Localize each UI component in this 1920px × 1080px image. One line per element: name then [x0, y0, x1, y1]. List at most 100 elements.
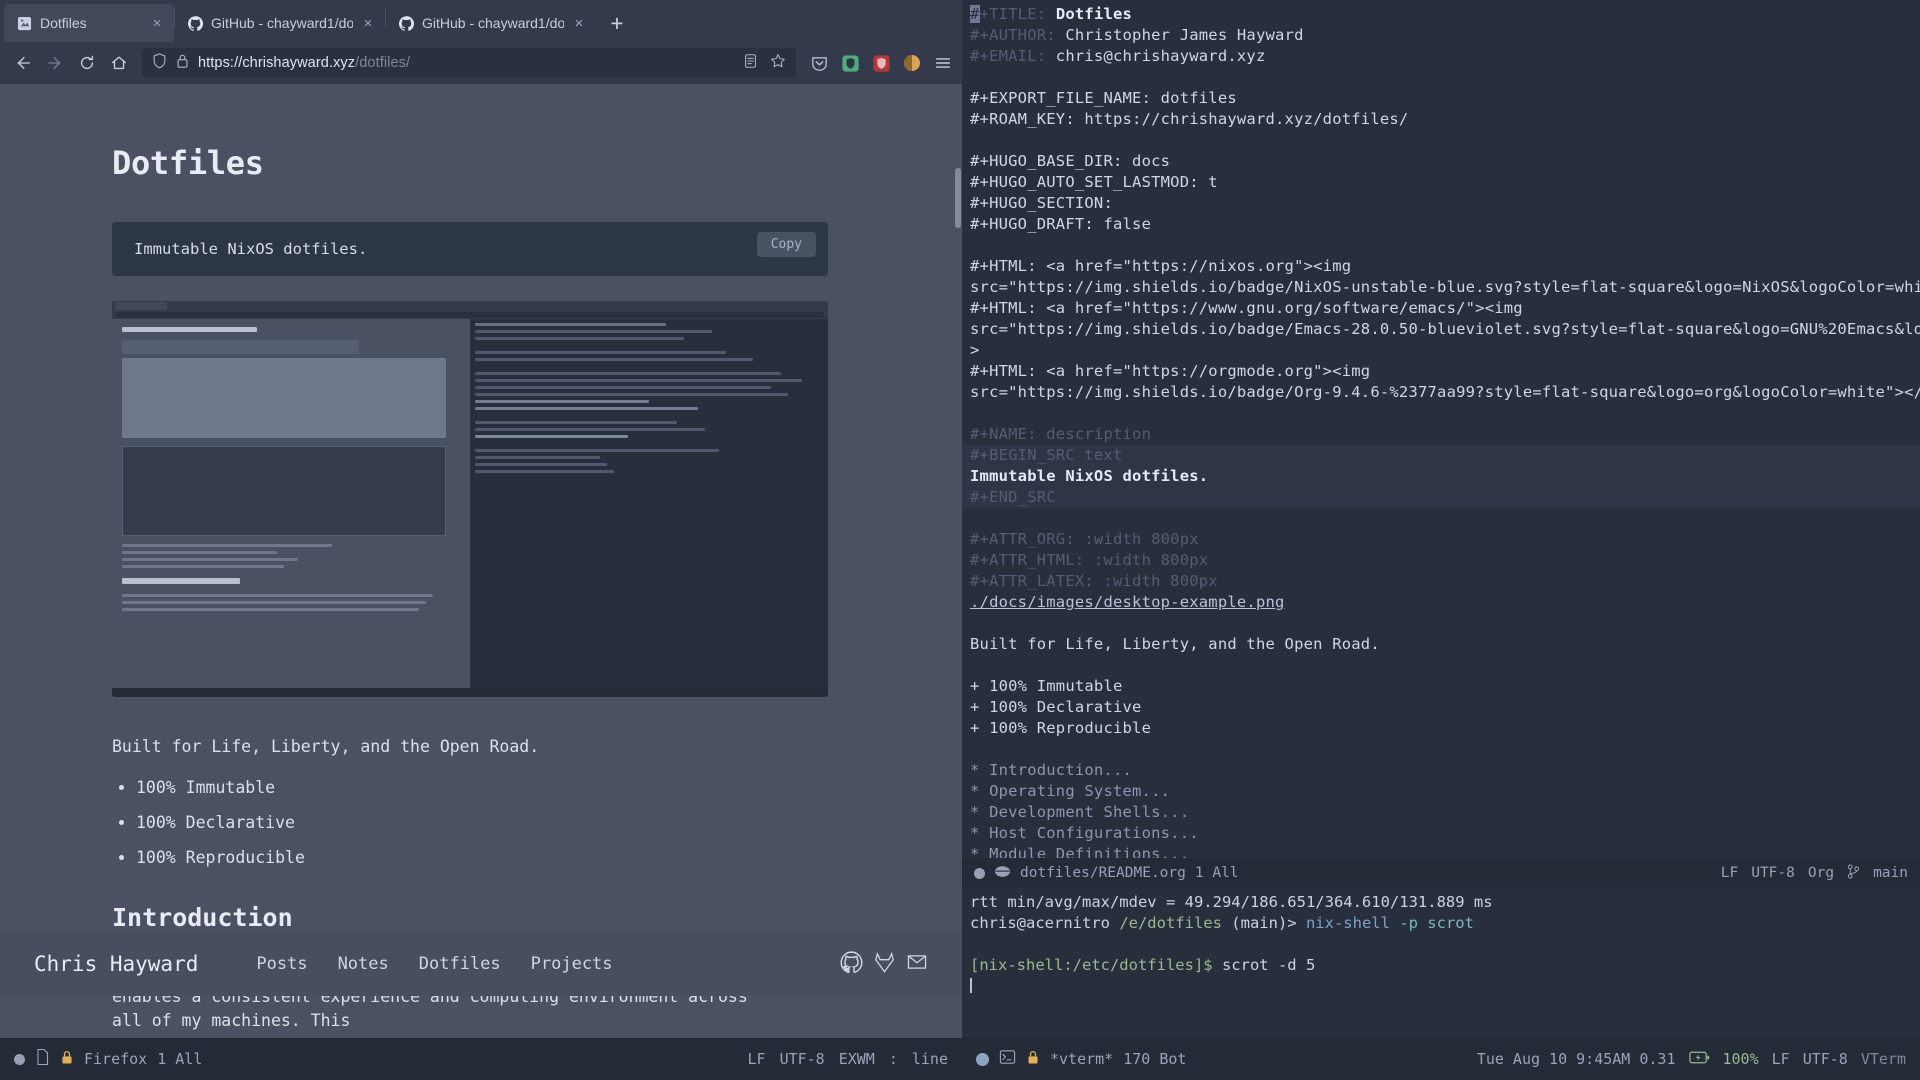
- github-icon: [398, 15, 414, 31]
- org-line: #+TITLE: Dotfiles: [962, 4, 1920, 25]
- menu-icon[interactable]: [932, 52, 954, 74]
- org-text-span: #+HTML: <a href="https://orgmode.org"><i…: [970, 362, 1371, 380]
- org-text-span: Immutable NixOS dotfiles.: [970, 467, 1209, 485]
- footer-link-posts[interactable]: Posts: [256, 954, 307, 974]
- terminal-text-span: [1390, 914, 1399, 932]
- ublock-icon[interactable]: [870, 52, 892, 74]
- github-icon[interactable]: [840, 950, 863, 978]
- terminal-line: [970, 976, 1912, 997]
- tab-title: Dotfiles: [40, 15, 87, 31]
- org-text-span: src="https://img.shields.io/badge/NixOS-…: [970, 278, 1920, 296]
- lock-icon[interactable]: [176, 53, 189, 73]
- tab-close-icon[interactable]: ×: [572, 15, 586, 32]
- org-text-span: #+END_SRC: [970, 488, 1056, 506]
- url-bar[interactable]: https://chrishayward.xyz/dotfiles/: [142, 48, 796, 78]
- list-item: 100% Reproducible: [136, 848, 854, 867]
- shield-icon[interactable]: [152, 53, 167, 73]
- buffer-name: *vterm*: [1050, 1050, 1114, 1068]
- terminal-text-span: nix-shell: [1305, 914, 1390, 932]
- org-line: #+ATTR_HTML: :width 800px: [962, 550, 1920, 571]
- org-text-span: #+HUGO_BASE_DIR: docs: [970, 152, 1171, 170]
- tab-close-icon[interactable]: ×: [361, 15, 375, 32]
- org-text-span: Christopher James Hayward: [1055, 26, 1304, 44]
- description-code-block: Immutable NixOS dotfiles. Copy: [112, 222, 828, 276]
- org-text-span: Dotfiles: [1055, 5, 1133, 23]
- org-line: #+AUTHOR: Christopher James Hayward: [962, 25, 1920, 46]
- org-line: #+HUGO_AUTO_SET_LASTMOD: t: [962, 172, 1920, 193]
- star-icon[interactable]: [770, 53, 786, 73]
- page-scrollbar[interactable]: [954, 84, 962, 1038]
- org-text-span: + 100% Declarative: [970, 698, 1142, 716]
- org-text-span: #+EMAIL:: [970, 47, 1047, 65]
- bitwarden-icon[interactable]: [839, 52, 861, 74]
- org-line: src="https://img.shields.io/badge/Emacs-…: [962, 319, 1920, 340]
- encoding: UTF-8: [1751, 865, 1795, 881]
- org-text-span: #+ATTR_HTML: :width 800px: [970, 551, 1209, 569]
- back-icon[interactable]: [8, 48, 38, 78]
- org-line: [962, 130, 1920, 151]
- org-text-span: #+HTML: <a href="https://www.gnu.org/sof…: [970, 299, 1523, 317]
- org-line: #+HUGO_SECTION:: [962, 193, 1920, 214]
- mock-tab: [170, 302, 222, 310]
- org-line: [962, 67, 1920, 88]
- org-line: [962, 739, 1920, 760]
- site-footer: Chris Hayward Posts Notes Dotfiles Proje…: [0, 932, 962, 996]
- terminal-text-span: chris@acernitro: [970, 914, 1120, 932]
- major-mode: Org: [1807, 865, 1835, 881]
- org-line: Immutable NixOS dotfiles.: [962, 466, 1920, 487]
- org-text-span: * Host Configurations...: [970, 824, 1199, 842]
- buffer-name: Firefox: [84, 1050, 148, 1068]
- org-line: #+EMAIL: chris@chrishayward.xyz: [962, 46, 1920, 67]
- terminal-text-span: /e/dotfiles: [1119, 914, 1222, 932]
- footer-social: [840, 950, 928, 978]
- mock-body: [112, 319, 828, 688]
- site-brand[interactable]: Chris Hayward: [34, 952, 198, 976]
- scrollbar-thumb[interactable]: [955, 168, 961, 228]
- forward-icon[interactable]: [40, 48, 70, 78]
- line-ending: LF: [1771, 1050, 1790, 1068]
- footer-link-notes[interactable]: Notes: [338, 954, 389, 974]
- org-line: #+BEGIN_SRC text: [962, 445, 1920, 466]
- home-icon[interactable]: [104, 48, 134, 78]
- url-text[interactable]: https://chrishayward.xyz/dotfiles/: [198, 55, 734, 71]
- reload-icon[interactable]: [72, 48, 102, 78]
- encoding: UTF-8: [779, 1050, 825, 1068]
- gitlab-icon[interactable]: [873, 951, 896, 978]
- new-tab-button[interactable]: +: [602, 8, 632, 38]
- org-line: [962, 403, 1920, 424]
- org-text-span: + 100% Immutable: [970, 677, 1123, 695]
- feature-list: 100% Immutable 100% Declarative 100% Rep…: [136, 778, 854, 867]
- reader-view-icon[interactable]: [743, 53, 758, 73]
- footer-link-projects[interactable]: Projects: [531, 954, 613, 974]
- org-line: src="https://img.shields.io/badge/NixOS-…: [962, 277, 1920, 298]
- terminal-line: chris@acernitro /e/dotfiles (main)> nix-…: [970, 913, 1912, 934]
- org-line: #+ATTR_ORG: :width 800px: [962, 529, 1920, 550]
- org-text-span: #+AUTHOR:: [970, 26, 1056, 44]
- org-text-span: + 100% Reproducible: [970, 719, 1152, 737]
- emacs-icon: [994, 864, 1011, 883]
- pocket-icon[interactable]: [808, 52, 830, 74]
- browser-tab-github-2[interactable]: GitHub - chayward1/dotfi ×: [386, 4, 596, 42]
- webpage-content: Dotfiles Immutable NixOS dotfiles. Copy: [0, 84, 854, 1032]
- line-ending: LF: [747, 1050, 766, 1068]
- footer-link-dotfiles[interactable]: Dotfiles: [419, 954, 501, 974]
- org-text-span: #+HUGO_SECTION:: [970, 194, 1113, 212]
- browser-tab-github-1[interactable]: GitHub - chayward1/dotfi ×: [175, 4, 385, 42]
- mock-page: [112, 319, 470, 688]
- org-buffer[interactable]: #+TITLE: Dotfiles #+AUTHOR: Christopher J…: [962, 0, 1920, 858]
- browser-tab-dotfiles[interactable]: Dotfiles ×: [4, 4, 174, 42]
- mail-icon[interactable]: [906, 951, 928, 978]
- terminal-text-span: scrot -d 5: [1212, 956, 1316, 974]
- status-indicator-icon: [976, 1052, 989, 1066]
- org-line: src="https://img.shields.io/badge/Org-9.…: [962, 382, 1920, 403]
- vterm-buffer[interactable]: rtt min/avg/max/mdev = 49.294/186.651/36…: [962, 888, 1920, 1038]
- org-text-span: * Operating System...: [970, 782, 1171, 800]
- dark-reader-icon[interactable]: [901, 52, 923, 74]
- desktop-example-image: [112, 301, 828, 697]
- copy-button[interactable]: Copy: [756, 232, 816, 257]
- list-item: 100% Declarative: [136, 813, 854, 832]
- org-line: #+HTML: <a href="https://orgmode.org"><i…: [962, 361, 1920, 382]
- org-text-span: * Development Shells...: [970, 803, 1190, 821]
- tab-close-icon[interactable]: ×: [150, 15, 164, 32]
